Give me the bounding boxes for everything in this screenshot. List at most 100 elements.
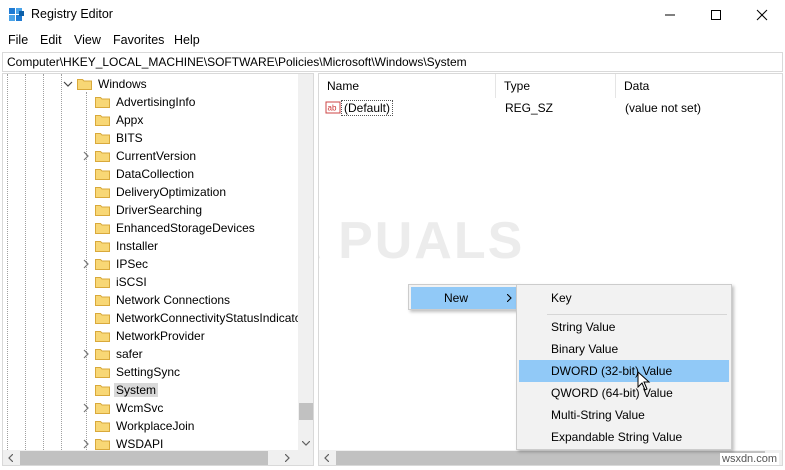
submenu-multi-string-value[interactable]: Multi-String Value: [519, 404, 729, 426]
tree-guide-line: [61, 74, 62, 450]
tree-item-label: Windows: [98, 77, 147, 91]
tree-item-label: Installer: [116, 239, 159, 253]
scroll-left-arrow-icon[interactable]: [324, 454, 329, 462]
address-bar[interactable]: Computer\HKEY_LOCAL_MACHINE\SOFTWARE\Pol…: [2, 52, 783, 72]
context-menu-new[interactable]: New: [411, 287, 517, 309]
chevron-right-icon[interactable]: [81, 438, 91, 450]
folder-icon: [95, 166, 110, 181]
submenu-expandable-string-value[interactable]: Expandable String Value: [519, 426, 729, 448]
site-credit: wsxdn.com: [720, 453, 780, 465]
tree-vertical-scrollbar[interactable]: [298, 74, 313, 450]
chevron-down-icon[interactable]: [63, 78, 73, 90]
column-header-name[interactable]: Name: [319, 74, 496, 98]
folder-icon: [95, 184, 110, 199]
registry-editor-icon: [9, 8, 24, 21]
folder-icon: [95, 418, 110, 433]
folder-icon: [95, 130, 110, 145]
folder-icon: [95, 400, 110, 415]
submenu-dword-value[interactable]: DWORD (32-bit) Value: [519, 360, 729, 382]
submenu-string-value[interactable]: String Value: [519, 316, 729, 338]
minimize-button[interactable]: [647, 0, 693, 30]
tree-item-label: BITS: [116, 131, 143, 145]
scroll-corner: [298, 450, 313, 465]
close-button[interactable]: [739, 0, 785, 30]
folder-icon: [95, 310, 110, 325]
tree-item-label: DriverSearching: [116, 203, 203, 217]
tree-item-label: SettingSync: [116, 365, 181, 379]
context-menu-new-label: New: [444, 291, 469, 305]
tree-item-label: AdvertisingInfo: [116, 95, 196, 109]
menu-separator: [547, 314, 727, 315]
submenu-key[interactable]: Key: [519, 287, 729, 309]
title-bar[interactable]: Registry Editor: [0, 0, 785, 30]
tree-item-label: WcmSvc: [116, 401, 164, 415]
folder-icon: [95, 112, 110, 127]
maximize-button[interactable]: [693, 0, 739, 30]
folder-icon: [77, 76, 92, 91]
folder-icon: [95, 436, 110, 451]
submenu-key-label: Key: [551, 291, 572, 305]
folder-icon: [95, 346, 110, 361]
submenu-qword-value[interactable]: QWORD (64-bit) Value: [519, 382, 729, 404]
folder-icon: [95, 220, 110, 235]
chevron-right-icon[interactable]: [81, 150, 91, 162]
watermark: A PUALS: [319, 212, 525, 270]
value-name: (Default): [341, 100, 394, 116]
tree-horizontal-scroll-thumb[interactable]: [20, 451, 268, 465]
new-submenu: Key String Value Binary Value DWORD (32-…: [516, 284, 732, 450]
chevron-right-icon[interactable]: [81, 348, 91, 360]
folder-icon: [95, 328, 110, 343]
submenu-binary-value[interactable]: Binary Value: [519, 338, 729, 360]
value-row[interactable]: ab (Default) REG_SZ (value not set): [319, 98, 782, 118]
tree-horizontal-scrollbar[interactable]: [3, 450, 298, 465]
key-tree-pane[interactable]: Windows AdvertisingInfo Appx BITS CurrentVer…: [2, 73, 314, 466]
tree-guide-line: [86, 92, 87, 450]
submenu-string-value-label: String Value: [551, 320, 616, 334]
tree-item-label: NetworkProvider: [116, 329, 205, 343]
value-data: (value not set): [625, 101, 702, 115]
list-horizontal-scrollbar[interactable]: [319, 450, 782, 465]
tree-item-label: DeliveryOptimization: [116, 185, 227, 199]
folder-icon: [95, 256, 110, 271]
chevron-right-icon[interactable]: [81, 258, 91, 270]
chevron-right-icon[interactable]: [81, 402, 91, 414]
folder-icon: [95, 238, 110, 253]
close-icon: [756, 9, 768, 21]
string-value-icon: ab: [325, 101, 341, 114]
tree-item-label: WorkplaceJoin: [116, 419, 195, 433]
tree-item-label: EnhancedStorageDevices: [116, 221, 255, 235]
folder-icon: [95, 202, 110, 217]
list-horizontal-scroll-thumb[interactable]: [336, 451, 765, 465]
submenu-binary-value-label: Binary Value: [551, 342, 619, 356]
window-title: Registry Editor: [31, 7, 113, 21]
tree-guide-line: [7, 74, 8, 450]
tree-item-label: Appx: [116, 113, 144, 127]
menu-bar: File Edit View Favorites Help: [0, 31, 785, 50]
address-path: Computer\HKEY_LOCAL_MACHINE\SOFTWARE\Pol…: [7, 55, 467, 69]
registry-editor-window: Registry Editor File Edit View Favorites…: [0, 0, 785, 470]
submenu-expandable-string-value-label: Expandable String Value: [551, 430, 683, 444]
folder-icon: [95, 274, 110, 289]
scroll-down-arrow-icon[interactable]: [302, 441, 310, 446]
column-header-data[interactable]: Data: [616, 74, 782, 98]
minimize-icon: [665, 14, 675, 16]
menu-file[interactable]: File: [8, 33, 28, 47]
menu-favorites[interactable]: Favorites: [113, 33, 164, 47]
submenu-arrow-icon: [507, 294, 512, 302]
tree-item-label: System: [114, 383, 159, 397]
tree-item-label: CurrentVersion: [116, 149, 197, 163]
submenu-qword-value-label: QWORD (64-bit) Value: [551, 386, 673, 400]
column-header-type[interactable]: Type: [496, 74, 616, 98]
tree-item-label: DataCollection: [116, 167, 195, 181]
scroll-left-arrow-icon[interactable]: [8, 454, 13, 462]
svg-text:ab: ab: [328, 104, 337, 113]
menu-view[interactable]: View: [74, 33, 101, 47]
menu-edit[interactable]: Edit: [40, 33, 62, 47]
tree-item-label: WSDAPI: [116, 437, 164, 451]
tree-vertical-scroll-thumb[interactable]: [299, 403, 313, 420]
folder-icon: [95, 364, 110, 379]
menu-help[interactable]: Help: [174, 33, 200, 47]
scroll-right-arrow-icon[interactable]: [285, 454, 290, 462]
mouse-cursor-icon: [637, 371, 651, 391]
folder-icon: [95, 148, 110, 163]
